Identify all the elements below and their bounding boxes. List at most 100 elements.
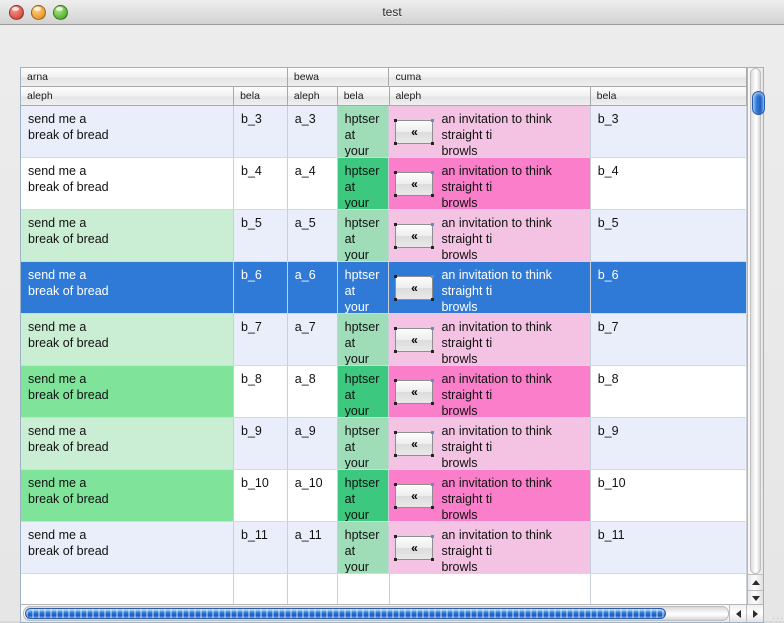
table-cell[interactable]: b_7 [234,314,288,365]
collapse-button[interactable]: « [394,379,435,405]
resize-handle-bl[interactable] [394,142,398,145]
resize-handle-tl[interactable] [394,275,398,278]
table-cell[interactable]: « an invitation to think straight ti brow… [389,106,591,157]
column-header-3-bela[interactable]: bela [337,87,390,106]
column-header-2-aleph[interactable]: aleph [287,87,338,106]
resize-handle-tr[interactable] [431,483,435,486]
table-cell[interactable]: a_3 [287,106,338,157]
resize-handle-tr[interactable] [431,171,435,174]
resize-handle-br[interactable] [431,454,435,457]
resize-handle-tl[interactable] [394,483,398,486]
table-row[interactable]: send me a break of bread b_4 a_4 hptser at … [21,158,747,210]
resize-handle-tl[interactable] [394,223,398,226]
collapse-button[interactable]: « [394,327,435,353]
table-row[interactable]: send me a break of bread b_7 a_7 hptser at … [21,314,747,366]
table-cell[interactable]: b_4 [590,158,747,209]
table-cell[interactable]: hptser at your [337,158,390,209]
resize-handle-br[interactable] [431,142,435,145]
table-cell[interactable]: hptser at your [337,106,390,157]
resize-handle-bl[interactable] [394,558,398,561]
resize-handle-tl[interactable] [394,379,398,382]
table-cell[interactable]: a_11 [287,522,338,573]
collapse-button[interactable]: « [394,535,435,561]
table-cell[interactable]: hptser at your [337,314,390,365]
table-cell[interactable]: b_3 [234,106,288,157]
table-cell[interactable]: b_6 [234,262,288,313]
table-row[interactable]: send me a break of bread b_10 a_10 hptser a… [21,470,747,522]
table-cell[interactable]: send me a break of bread [21,106,234,157]
collapse-button[interactable]: « [394,119,435,145]
group-header-cuma[interactable]: cuma [389,68,747,87]
resize-handle-tr[interactable] [431,223,435,226]
scroll-right-button[interactable] [746,605,763,622]
table-cell[interactable]: hptser at your [337,522,390,573]
table-cell[interactable]: send me a break of bread [21,418,234,469]
column-header-1-bela[interactable]: bela [234,87,288,106]
group-header-bewa[interactable]: bewa [287,68,390,87]
table-cell[interactable]: a_10 [287,470,338,521]
vertical-scroll-track[interactable] [750,68,765,574]
table-cell[interactable]: b_5 [234,210,288,261]
table-cell[interactable]: hptser at your [337,470,390,521]
resize-handle-bl[interactable] [394,194,398,197]
resize-handle-bl[interactable] [394,402,398,405]
table-cell[interactable]: b_10 [590,470,747,521]
table-cell[interactable]: b_4 [234,158,288,209]
table-cell[interactable]: send me a break of bread [21,470,234,521]
resize-handle-br[interactable] [431,506,435,509]
column-header-0-aleph[interactable]: aleph [21,87,235,106]
table-row[interactable]: send me a break of bread b_3 a_3 hptser at … [21,106,747,158]
table-cell[interactable]: « an invitation to think straight ti brow… [389,158,591,209]
collapse-button[interactable]: « [394,223,435,249]
table-cell[interactable]: « an invitation to think straight ti brow… [389,314,591,365]
resize-handle-tr[interactable] [431,431,435,434]
table-cell[interactable]: hptser at your [337,366,390,417]
table-cell[interactable]: a_6 [287,262,338,313]
table-cell[interactable]: b_11 [590,522,747,573]
resize-handle-tr[interactable] [431,535,435,538]
table-row[interactable]: send me a break of bread b_11 a_11 hptser a… [21,522,747,574]
table-cell[interactable]: a_4 [287,158,338,209]
table-cell[interactable]: b_11 [234,522,288,573]
resize-handle-tl[interactable] [394,535,398,538]
table-cell[interactable]: b_10 [234,470,288,521]
table-cell[interactable]: send me a break of bread [21,262,234,313]
table-cell[interactable]: b_8 [234,366,288,417]
resize-handle-tr[interactable] [431,119,435,122]
resize-grip[interactable] [768,605,782,619]
table-cell[interactable]: hptser at your [337,418,390,469]
table-row[interactable]: send me a break of bread b_9 a_9 hptser at … [21,418,747,470]
table-cell[interactable]: b_9 [590,418,747,469]
table-cell[interactable]: b_3 [590,106,747,157]
resize-handle-br[interactable] [431,246,435,249]
resize-handle-tl[interactable] [394,119,398,122]
resize-handle-tl[interactable] [394,171,398,174]
table-cell[interactable]: « an invitation to think straight ti brow… [389,522,591,573]
table-cell[interactable]: « an invitation to think straight ti brow… [389,418,591,469]
resize-handle-bl[interactable] [394,246,398,249]
table-cell[interactable]: hptser at your [337,210,390,261]
vertical-scrollbar[interactable] [747,68,765,606]
zoom-button[interactable] [53,4,68,20]
table-row[interactable]: send me a break of bread b_5 a_5 hptser at … [21,210,747,262]
resize-handle-br[interactable] [431,402,435,405]
resize-handle-bl[interactable] [394,298,398,301]
table-cell[interactable]: send me a break of bread [21,522,234,573]
table-cell[interactable]: a_7 [287,314,338,365]
group-header-arna[interactable]: arna [21,68,288,87]
collapse-button[interactable]: « [394,431,435,457]
resize-handle-tl[interactable] [394,431,398,434]
table-row[interactable]: send me a break of bread b_8 a_8 hptser at … [21,366,747,418]
table-cell[interactable]: b_6 [590,262,747,313]
resize-handle-tr[interactable] [431,379,435,382]
resize-handle-br[interactable] [431,558,435,561]
table-row[interactable]: send me a break of bread b_6 a_6 hptser at … [21,262,747,314]
collapse-button[interactable]: « [394,483,435,509]
close-button[interactable] [9,4,24,20]
table-cell[interactable]: send me a break of bread [21,158,234,209]
table-cell[interactable]: a_9 [287,418,338,469]
scroll-up-button[interactable] [748,574,763,590]
vertical-scroll-thumb[interactable] [752,91,765,115]
resize-handle-tr[interactable] [431,327,435,330]
collapse-button[interactable]: « [394,275,435,301]
